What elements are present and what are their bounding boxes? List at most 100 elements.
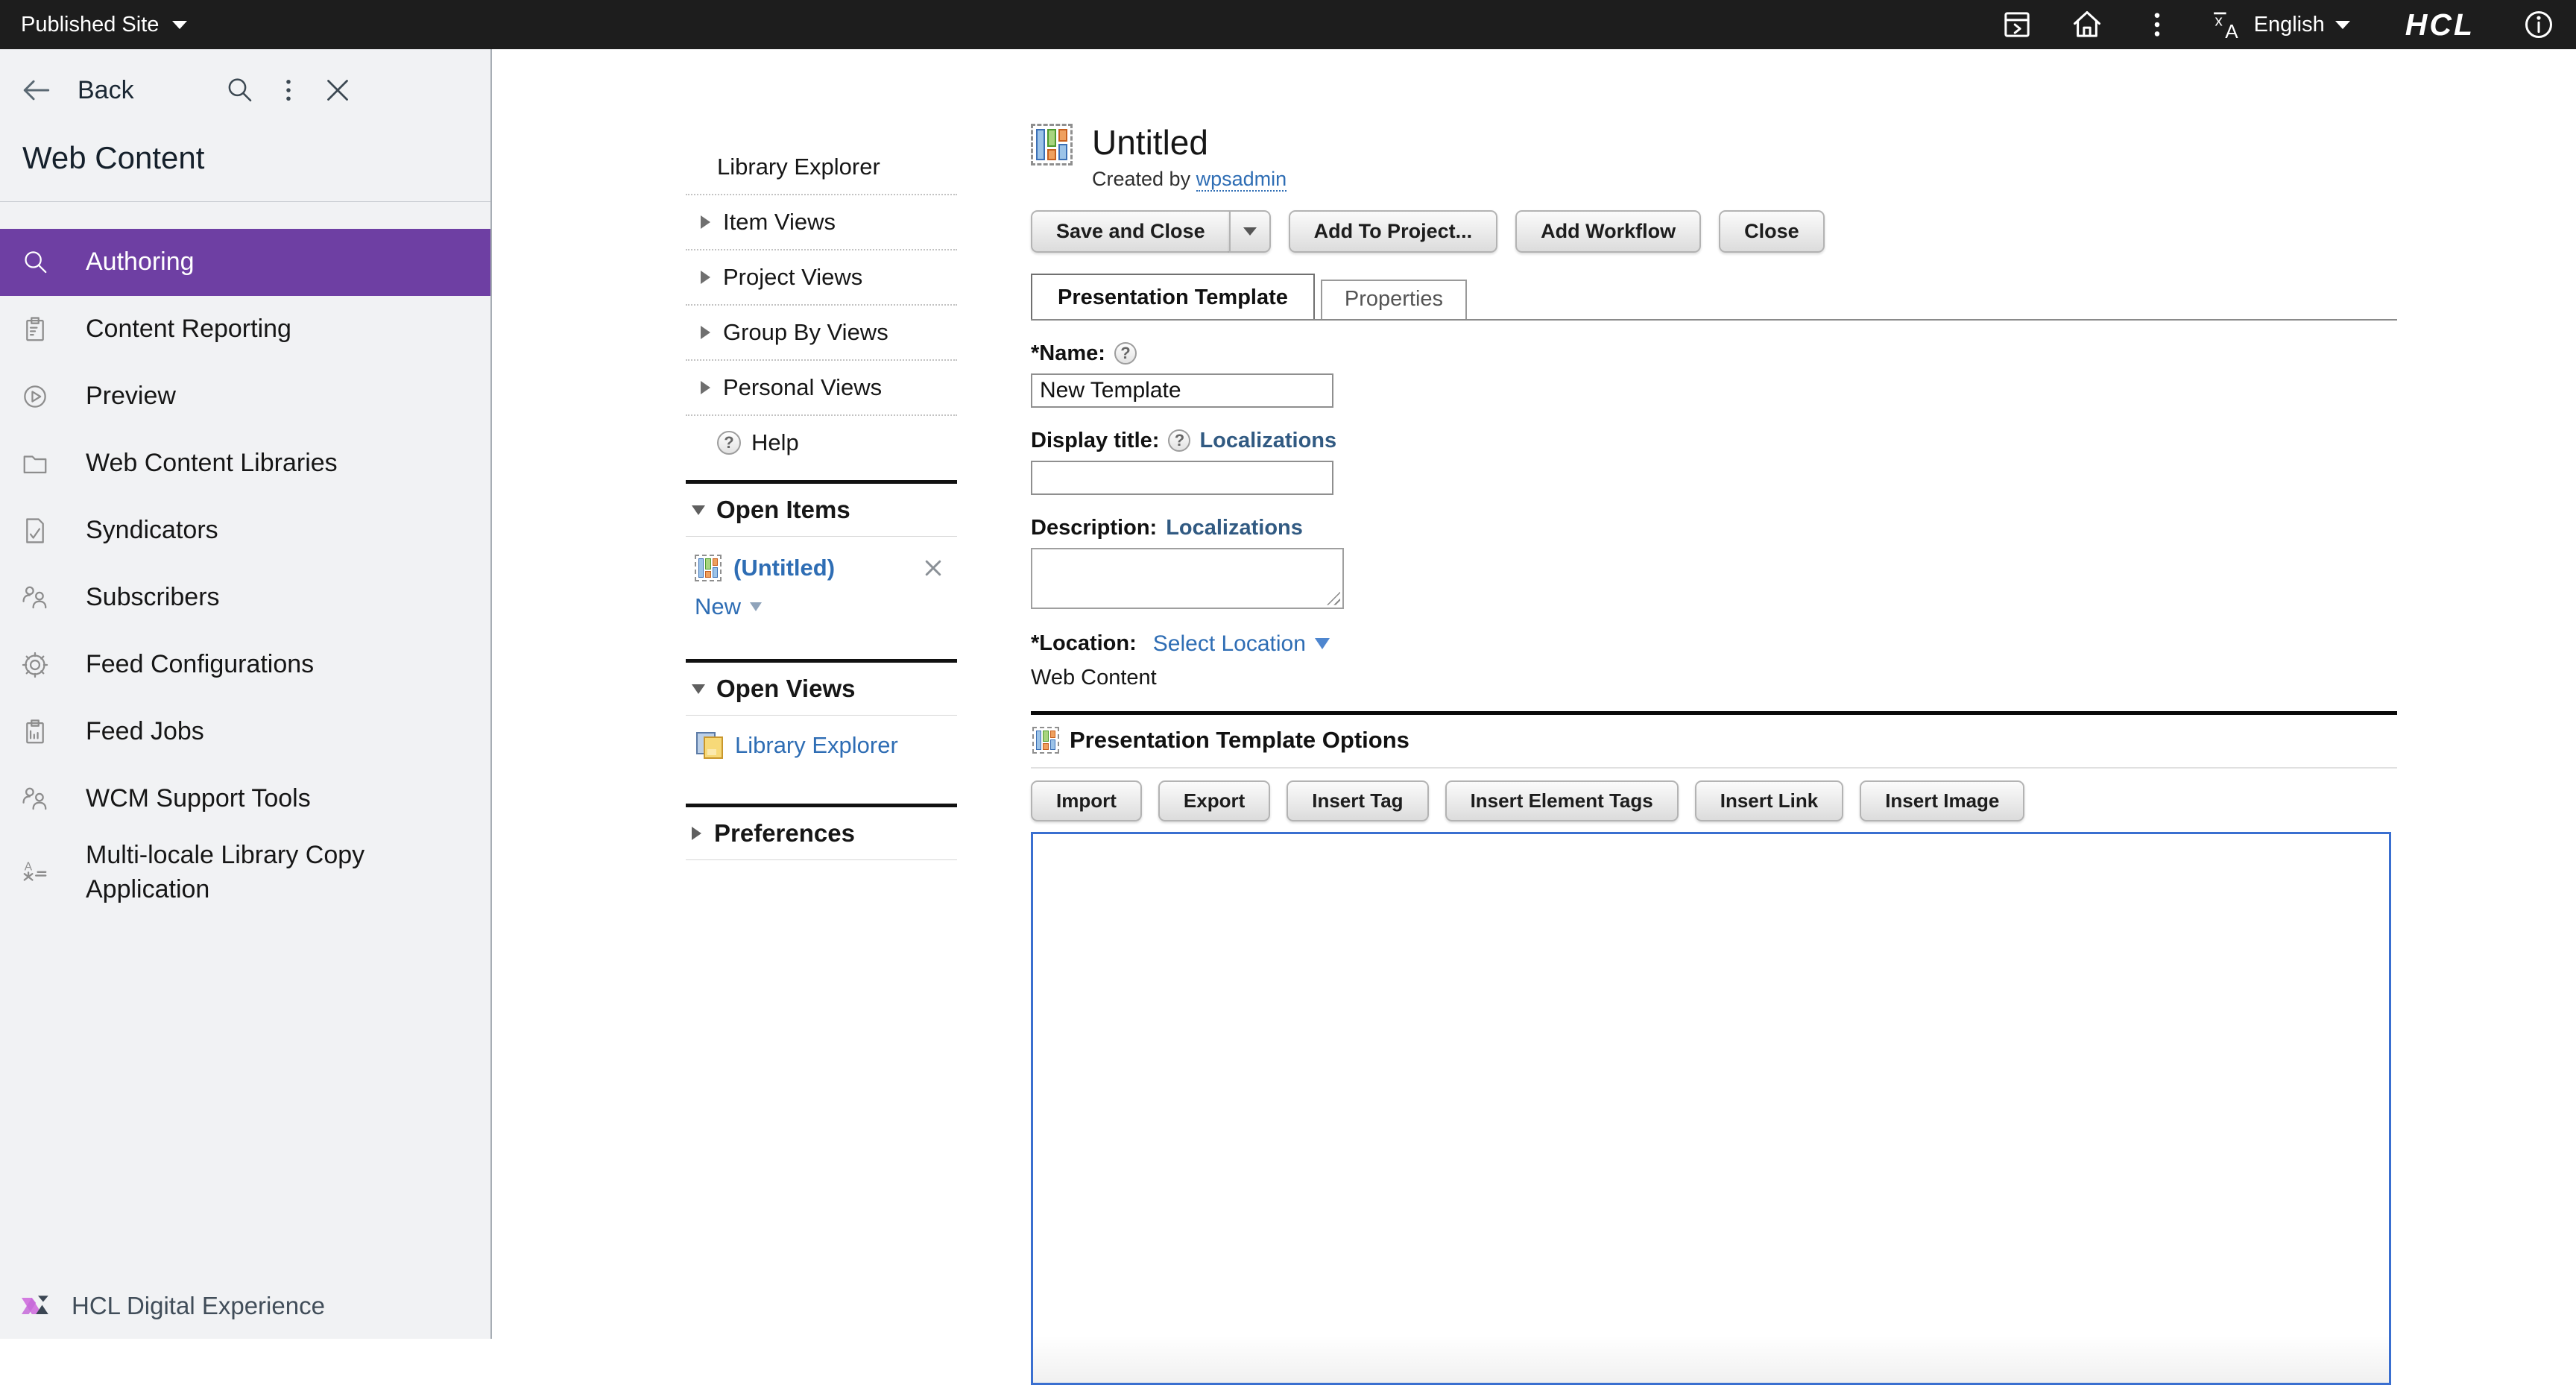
site-selector[interactable]: Published Site bbox=[21, 13, 187, 37]
explorer-nav: Library Explorer Item Views Project View… bbox=[686, 49, 957, 860]
insert-image-button[interactable]: Insert Image bbox=[1860, 780, 2024, 821]
hcl-logo: HCL bbox=[2405, 7, 2475, 42]
description-label: Description: bbox=[1031, 516, 1157, 540]
chevron-down-icon bbox=[1243, 227, 1257, 236]
display-title-field[interactable] bbox=[1031, 461, 1333, 495]
preferences-section-header[interactable]: Preferences bbox=[686, 804, 957, 860]
gear-icon bbox=[21, 651, 49, 679]
translate-icon: x A bbox=[2211, 8, 2244, 41]
sidebar-item-label: Web Content Libraries bbox=[86, 447, 338, 481]
nav-item-label: Group By Views bbox=[723, 319, 888, 346]
select-location-link[interactable]: Select Location bbox=[1153, 631, 1330, 657]
sidebar-item-label: Preview bbox=[86, 379, 176, 414]
editor-toolbar: Import Export Insert Tag Insert Element … bbox=[1031, 780, 2397, 821]
tab-properties[interactable]: Properties bbox=[1321, 280, 1467, 319]
add-workflow-button[interactable]: Add Workflow bbox=[1515, 210, 1701, 253]
insert-tag-button[interactable]: Insert Tag bbox=[1287, 780, 1428, 821]
nav-item-help[interactable]: ? Help bbox=[686, 416, 957, 473]
import-button[interactable]: Import bbox=[1031, 780, 1142, 821]
sidebar-item-content-reporting[interactable]: Content Reporting bbox=[0, 296, 490, 363]
people-icon bbox=[21, 785, 49, 813]
template-editor[interactable] bbox=[1031, 832, 2391, 1385]
close-button[interactable]: Close bbox=[1719, 210, 1825, 253]
presentation-template-icon bbox=[1031, 124, 1073, 165]
sidebar-item-web-content-libraries[interactable]: Web Content Libraries bbox=[0, 430, 490, 497]
sidebar-item-label: Subscribers bbox=[86, 581, 220, 615]
chevron-right-icon bbox=[701, 381, 710, 394]
name-label: *Name: bbox=[1031, 341, 1105, 366]
open-item-untitled: (Untitled) bbox=[686, 537, 957, 581]
name-field[interactable] bbox=[1031, 373, 1333, 408]
new-menu[interactable]: New bbox=[686, 581, 957, 652]
open-item-link[interactable]: (Untitled) bbox=[733, 555, 835, 581]
nav-item-group-by-views[interactable]: Group By Views bbox=[686, 306, 957, 361]
clipboard-icon bbox=[21, 315, 49, 344]
sidebar-item-preview[interactable]: Preview bbox=[0, 363, 490, 430]
sidebar-item-authoring[interactable]: Authoring bbox=[0, 229, 490, 296]
sidebar-item-label: Syndicators bbox=[86, 514, 218, 548]
search-icon bbox=[21, 248, 49, 277]
site-preview-icon[interactable] bbox=[2001, 8, 2033, 41]
svg-text:x: x bbox=[2214, 12, 2223, 29]
nav-item-item-views[interactable]: Item Views bbox=[686, 195, 957, 250]
sidebar-item-label: Feed Configurations bbox=[86, 648, 314, 682]
section-title: Open Items bbox=[716, 496, 850, 524]
chevron-down-icon bbox=[172, 21, 187, 29]
nav-item-project-views[interactable]: Project Views bbox=[686, 250, 957, 306]
sidebar-item-syndicators[interactable]: Syndicators bbox=[0, 497, 490, 564]
save-and-close-button[interactable]: Save and Close bbox=[1031, 210, 1229, 253]
save-and-close-split-button: Save and Close bbox=[1031, 210, 1271, 253]
created-by-user-link[interactable]: wpsadmin bbox=[1196, 168, 1287, 192]
help-label: Help bbox=[751, 429, 799, 456]
tab-presentation-template[interactable]: Presentation Template bbox=[1031, 274, 1315, 319]
sidebar-item-feed-jobs[interactable]: Feed Jobs bbox=[0, 698, 490, 766]
chevron-right-icon bbox=[701, 326, 710, 339]
sidebar-item-multi-locale-library-copy[interactable]: A Multi-locale Library Copy Application bbox=[0, 833, 417, 913]
export-button[interactable]: Export bbox=[1158, 780, 1270, 821]
svg-text:A: A bbox=[25, 860, 33, 873]
description-field[interactable] bbox=[1031, 548, 1344, 609]
open-items-section-header[interactable]: Open Items bbox=[686, 480, 957, 537]
language-selector[interactable]: x A English bbox=[2211, 8, 2350, 41]
tab-bar: Presentation Template Properties bbox=[1031, 274, 2397, 321]
sidebar-item-wcm-support-tools[interactable]: WCM Support Tools bbox=[0, 766, 490, 833]
save-options-dropdown-button[interactable] bbox=[1229, 210, 1271, 253]
overflow-menu-icon[interactable] bbox=[274, 75, 303, 105]
sidebar-item-feed-configurations[interactable]: Feed Configurations bbox=[0, 631, 490, 698]
info-icon[interactable] bbox=[2522, 8, 2555, 41]
product-brand-label: HCL Digital Experience bbox=[72, 1292, 325, 1320]
chevron-down-icon bbox=[692, 684, 705, 694]
nav-item-personal-views[interactable]: Personal Views bbox=[686, 361, 957, 416]
display-title-localizations-link[interactable]: Localizations bbox=[1199, 429, 1336, 453]
description-localizations-link[interactable]: Localizations bbox=[1166, 516, 1303, 540]
insert-link-button[interactable]: Insert Link bbox=[1695, 780, 1843, 821]
add-to-project-button[interactable]: Add To Project... bbox=[1289, 210, 1498, 253]
close-icon[interactable] bbox=[923, 558, 944, 578]
overflow-menu-icon[interactable] bbox=[2141, 8, 2174, 41]
help-icon[interactable]: ? bbox=[1168, 429, 1190, 452]
sidebar-item-label: Multi-locale Library Copy Application bbox=[86, 839, 388, 907]
open-views-section-header[interactable]: Open Views bbox=[686, 659, 957, 716]
help-icon[interactable]: ? bbox=[1114, 342, 1137, 365]
sidebar-item-subscribers[interactable]: Subscribers bbox=[0, 564, 490, 631]
folder-icon bbox=[21, 449, 49, 478]
translate-list-icon: A bbox=[21, 859, 49, 887]
svg-text:A: A bbox=[2225, 20, 2238, 41]
back-button[interactable]: Back bbox=[21, 75, 134, 106]
page-title: Untitled bbox=[1092, 124, 1287, 162]
sidebar-item-label: Authoring bbox=[86, 245, 195, 280]
nav-item-label: Item Views bbox=[723, 209, 836, 236]
section-title: Open Views bbox=[716, 675, 855, 703]
open-view-library-explorer: Library Explorer bbox=[686, 716, 957, 796]
section-title: Preferences bbox=[714, 819, 855, 848]
hcl-dx-logo-icon bbox=[19, 1290, 57, 1322]
open-view-link[interactable]: Library Explorer bbox=[735, 732, 898, 759]
home-icon[interactable] bbox=[2071, 8, 2103, 41]
search-icon[interactable] bbox=[224, 75, 254, 105]
close-icon[interactable] bbox=[323, 75, 353, 105]
nav-item-library-explorer[interactable]: Library Explorer bbox=[686, 148, 957, 195]
main-content: Untitled Created by wpsadmin Save and Cl… bbox=[1031, 49, 2397, 1385]
insert-element-tags-button[interactable]: Insert Element Tags bbox=[1445, 780, 1679, 821]
new-label: New bbox=[695, 593, 741, 620]
sidebar-item-label: Feed Jobs bbox=[86, 715, 204, 749]
